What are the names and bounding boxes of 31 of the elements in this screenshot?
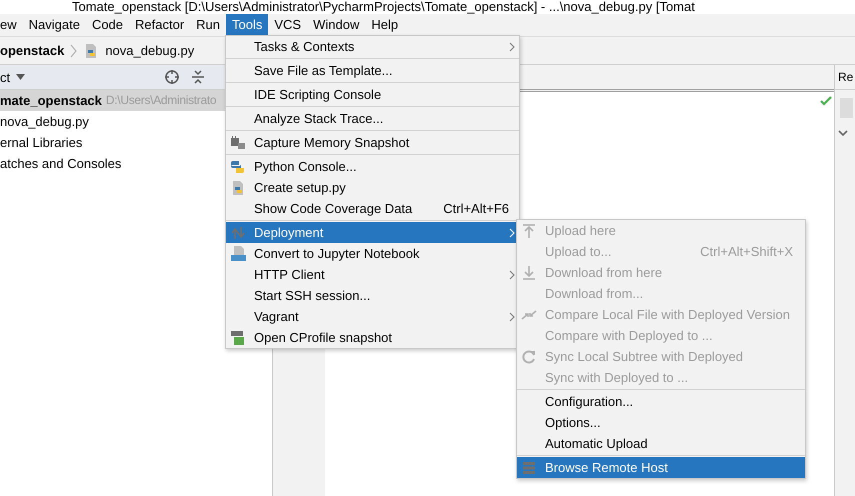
menu-item[interactable]: Configuration...: [517, 391, 805, 412]
menu-item[interactable]: Open CProfile snapshot: [226, 327, 519, 348]
panel-title[interactable]: Re: [835, 65, 855, 90]
menu-item[interactable]: Tasks & Contexts: [226, 36, 519, 57]
menu-bar-item[interactable]: Run: [190, 14, 226, 36]
menu-item[interactable]: Analyze Stack Trace...: [226, 108, 519, 129]
menu-item[interactable]: Automatic Upload: [517, 433, 805, 454]
menu-bar-item[interactable]: Help: [365, 14, 404, 36]
menu-item[interactable]: Capture Memory Snapshot: [226, 132, 519, 153]
menu-item[interactable]: Browse Remote Host: [517, 457, 805, 478]
breadcrumb-item[interactable]: openstack: [0, 43, 64, 58]
menu-bar-item[interactable]: VCS: [268, 14, 308, 36]
menu-item[interactable]: Python Console...: [226, 156, 519, 177]
menu-bar-item[interactable]: Navigate: [22, 14, 86, 36]
menu-item[interactable]: Vagrant: [226, 306, 519, 327]
menu-bar-item[interactable]: Refactor: [129, 14, 190, 36]
menu-bar-item[interactable]: Code: [86, 14, 130, 36]
menu-item[interactable]: IDE Scripting Console: [226, 84, 519, 105]
menu-bar-item[interactable]: Window: [307, 14, 366, 36]
panel-title[interactable]: ct: [0, 70, 10, 84]
menu-item[interactable]: Deployment: [226, 222, 519, 243]
breadcrumb-item[interactable]: nova_debug.py: [105, 43, 194, 58]
menu-item[interactable]: HTTP Client: [226, 264, 519, 285]
menu-bar-item[interactable]: ew: [0, 14, 23, 36]
menu-item[interactable]: Convert to Jupyter Notebook: [226, 243, 519, 264]
menu-item[interactable]: Options...: [517, 412, 805, 433]
menu-bar-item[interactable]: Tools: [226, 14, 268, 36]
menu-item[interactable]: Create setup.py: [226, 177, 519, 198]
menu-item[interactable]: Show Code Coverage Data Ctrl+Alt+F6: [226, 198, 519, 219]
menu-item[interactable]: Save File as Template...: [226, 60, 519, 81]
menu-item[interactable]: Start SSH session...: [226, 285, 519, 306]
